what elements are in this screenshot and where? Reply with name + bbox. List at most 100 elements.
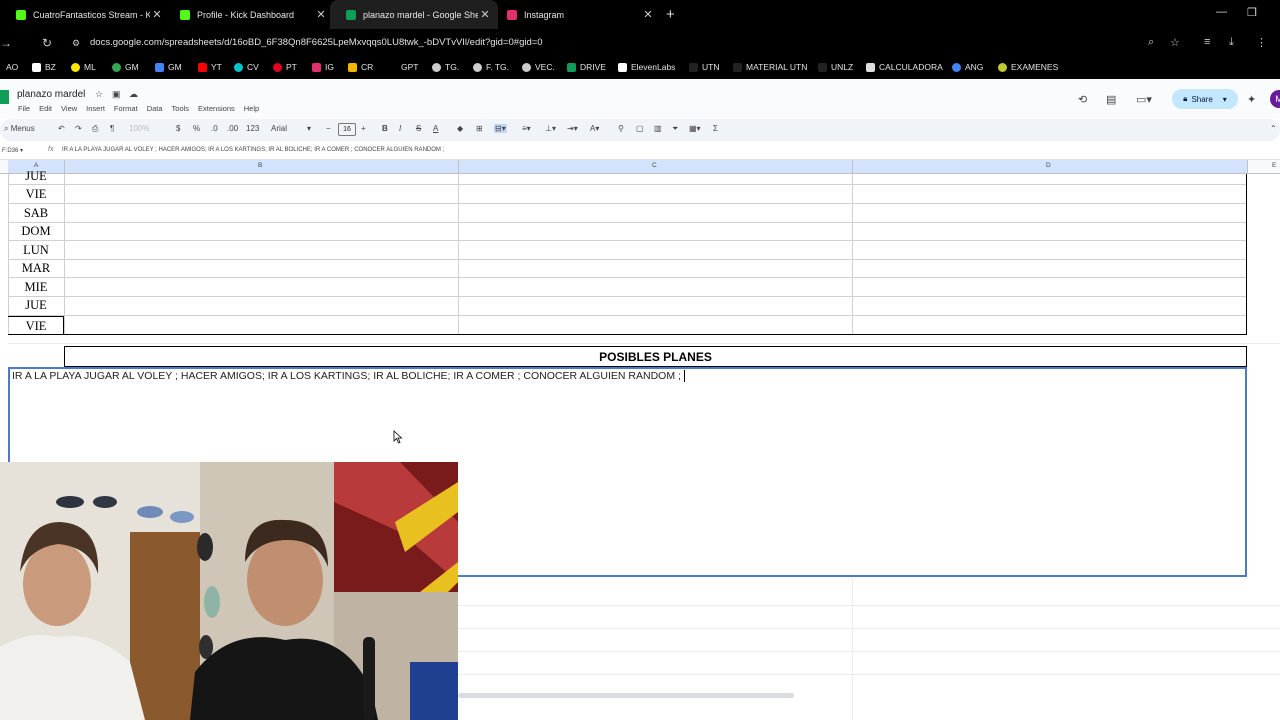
- menu-insert[interactable]: Insert: [86, 104, 105, 113]
- text-wrapping-icon[interactable]: ⇥▾: [567, 124, 578, 133]
- bookmark-item[interactable]: TG.: [432, 62, 459, 72]
- table-row[interactable]: MAR: [8, 260, 1247, 278]
- bookmark-item[interactable]: GPT: [388, 62, 418, 72]
- bookmark-item[interactable]: AO: [6, 62, 18, 72]
- table-row[interactable]: JUE: [8, 297, 1247, 316]
- sheets-logo-icon[interactable]: [0, 90, 9, 104]
- bookmark-item[interactable]: BZ: [32, 62, 56, 72]
- reading-list-icon[interactable]: ≡: [1204, 36, 1210, 48]
- bookmark-item[interactable]: ElevenLabs: [618, 62, 675, 72]
- paint-format-icon[interactable]: ¶: [110, 124, 114, 133]
- bold-icon[interactable]: B: [382, 124, 388, 133]
- bookmark-item[interactable]: CR: [348, 62, 373, 72]
- tab-kick-dashboard[interactable]: Profile - Kick Dashboard ✕: [164, 0, 334, 29]
- bookmark-item[interactable]: VEC.: [522, 62, 555, 72]
- column-header-a[interactable]: A: [34, 162, 38, 169]
- column-header-e[interactable]: E: [1272, 162, 1276, 169]
- posibles-planes-header-cell[interactable]: POSIBLES PLANES: [64, 346, 1247, 367]
- column-header-d[interactable]: D: [1046, 162, 1051, 169]
- bookmark-item[interactable]: ML: [71, 62, 96, 72]
- menu-data[interactable]: Data: [147, 104, 163, 113]
- close-icon[interactable]: ✕: [150, 8, 164, 21]
- version-history-icon[interactable]: ⟲: [1078, 93, 1087, 106]
- merge-cells-icon[interactable]: ⊟▾: [494, 124, 507, 133]
- undo-icon[interactable]: ↶: [58, 124, 65, 133]
- insert-comment-icon[interactable]: ▢: [636, 124, 644, 133]
- bookmark-item[interactable]: PT: [273, 62, 297, 72]
- currency-format-button[interactable]: $: [176, 124, 180, 133]
- tab-instagram[interactable]: Instagram ✕: [491, 0, 661, 29]
- fill-color-icon[interactable]: ◆: [457, 124, 463, 133]
- close-icon[interactable]: ✕: [641, 8, 655, 21]
- table-row[interactable]: DOM: [8, 223, 1247, 241]
- bookmark-item[interactable]: UNLZ: [818, 62, 853, 72]
- column-header-b[interactable]: B: [258, 162, 262, 169]
- horizontal-align-icon[interactable]: ≡▾: [522, 124, 531, 133]
- vertical-align-icon[interactable]: ⊥▾: [545, 124, 556, 133]
- bookmark-item[interactable]: UTN: [689, 62, 719, 72]
- comments-icon[interactable]: ▤: [1106, 93, 1116, 106]
- document-title[interactable]: planazo mardel: [17, 89, 85, 100]
- tab-google-sheets[interactable]: planazo mardel - Google Sheets ✕: [330, 0, 498, 29]
- functions-icon[interactable]: Σ: [713, 124, 718, 133]
- zoom-icon[interactable]: ⌕: [1148, 36, 1154, 49]
- strikethrough-icon[interactable]: S: [416, 124, 421, 133]
- column-header-c[interactable]: C: [652, 162, 657, 169]
- reload-icon[interactable]: ↻: [42, 36, 52, 50]
- borders-icon[interactable]: ⊞: [476, 124, 483, 133]
- increase-decimal-icon[interactable]: .00: [227, 124, 238, 133]
- site-info-icon[interactable]: ⚙: [72, 38, 80, 49]
- share-button[interactable]: 🔒︎ Share ▾: [1172, 89, 1238, 109]
- font-size-input[interactable]: 16: [338, 123, 356, 136]
- redo-icon[interactable]: ↷: [75, 124, 82, 133]
- menu-file[interactable]: File: [18, 104, 30, 113]
- address-bar[interactable]: docs.google.com/spreadsheets/d/16oBD_6F3…: [90, 37, 543, 48]
- bookmark-item[interactable]: MATERIAL UTN: [733, 62, 807, 72]
- menu-kebab-icon[interactable]: ⋮: [1256, 36, 1267, 49]
- table-row[interactable]: SAB: [8, 204, 1247, 223]
- percent-format-button[interactable]: %: [193, 124, 200, 133]
- close-icon[interactable]: ✕: [314, 8, 328, 21]
- bookmark-star-icon[interactable]: ☆: [1170, 36, 1180, 49]
- bookmark-item[interactable]: GM: [155, 62, 182, 72]
- bookmark-item[interactable]: DRIVE: [567, 62, 606, 72]
- decrease-decimal-icon[interactable]: .0: [211, 124, 218, 133]
- text-rotation-icon[interactable]: A▾: [590, 124, 599, 133]
- meet-video-icon[interactable]: ▭▾: [1136, 93, 1152, 106]
- bookmark-item[interactable]: GM: [112, 62, 139, 72]
- table-row[interactable]: MIE: [8, 278, 1247, 297]
- formula-input[interactable]: IR A LA PLAYA JUGAR AL VOLEY ; HACER AMI…: [62, 147, 444, 153]
- font-select[interactable]: Arial: [271, 124, 287, 133]
- menu-help[interactable]: Help: [244, 104, 259, 113]
- insert-chart-icon[interactable]: ▥: [654, 124, 662, 133]
- bookmark-item[interactable]: CV: [234, 62, 259, 72]
- table-row[interactable]: LUN: [8, 241, 1247, 260]
- bookmark-item[interactable]: F. TG.: [473, 62, 509, 72]
- star-icon[interactable]: ☆: [95, 89, 103, 100]
- menu-extensions[interactable]: Extensions: [198, 104, 235, 113]
- zoom-select[interactable]: 100%: [129, 124, 149, 133]
- move-folder-icon[interactable]: ▣: [112, 89, 121, 100]
- minimize-icon[interactable]: —: [1216, 6, 1227, 18]
- menu-tools[interactable]: Tools: [172, 104, 190, 113]
- collapse-toolbar-icon[interactable]: ⌃: [1270, 124, 1277, 133]
- menu-view[interactable]: View: [61, 104, 77, 113]
- close-icon[interactable]: ✕: [478, 8, 492, 21]
- italic-icon[interactable]: I: [399, 124, 401, 133]
- chevron-down-icon[interactable]: ▾: [307, 124, 311, 133]
- horizontal-scrollbar[interactable]: [458, 693, 794, 698]
- download-icon[interactable]: ⤓: [1229, 36, 1234, 49]
- search-menus[interactable]: ⌕ Menus: [4, 124, 35, 134]
- name-box[interactable]: F:D36 ▾: [2, 147, 23, 154]
- insert-link-icon[interactable]: ⚲: [618, 124, 624, 133]
- decrease-font-size-icon[interactable]: −: [326, 124, 331, 133]
- table-row[interactable]: VIE: [8, 316, 1247, 335]
- new-tab-plus-icon[interactable]: +: [666, 6, 675, 23]
- tab-kick-stream[interactable]: CuatroFantasticos Stream - Kick ✕: [0, 0, 170, 29]
- cloud-status-icon[interactable]: ☁: [129, 89, 138, 100]
- gemini-sparkle-icon[interactable]: ✦: [1247, 93, 1256, 106]
- table-row[interactable]: VIE: [8, 185, 1247, 204]
- filter-icon[interactable]: ⏷: [672, 124, 678, 134]
- bookmark-item[interactable]: ANG: [952, 62, 983, 72]
- increase-font-size-icon[interactable]: +: [361, 124, 366, 133]
